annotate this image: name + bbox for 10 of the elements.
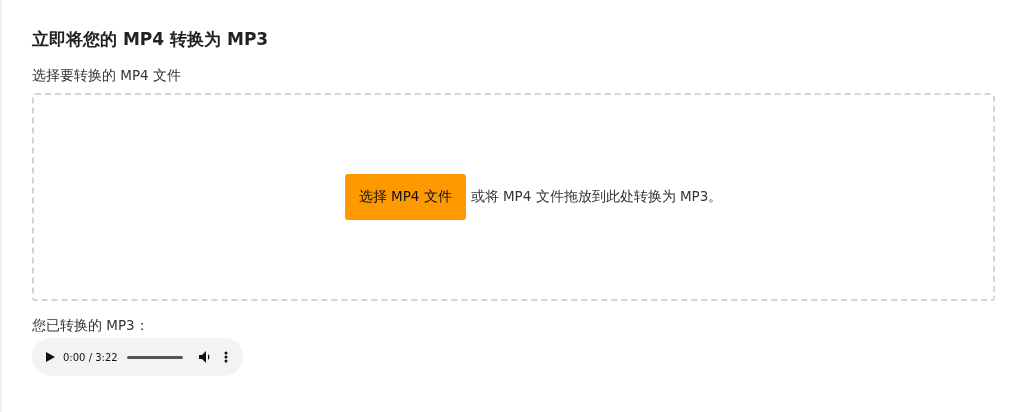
- file-label: 选择要转换的 MP4 文件: [32, 67, 182, 85]
- drop-hint: 或将 MP4 文件拖放到此处转换为 MP3。: [470, 188, 723, 206]
- output-label: 您已转换的 MP3：: [32, 317, 150, 335]
- drop-zone[interactable]: 选择 MP4 文件 或将 MP4 文件拖放到此处转换为 MP3。: [32, 93, 995, 301]
- more-options-icon[interactable]: [223, 351, 228, 363]
- play-icon[interactable]: [46, 352, 55, 362]
- volume-icon[interactable]: [198, 351, 212, 363]
- page-title: 立即将您的 MP4 转换为 MP3: [32, 28, 270, 51]
- choose-file-button[interactable]: 选择 MP4 文件: [344, 174, 466, 220]
- playback-time: 0:00 / 3:22: [63, 351, 118, 363]
